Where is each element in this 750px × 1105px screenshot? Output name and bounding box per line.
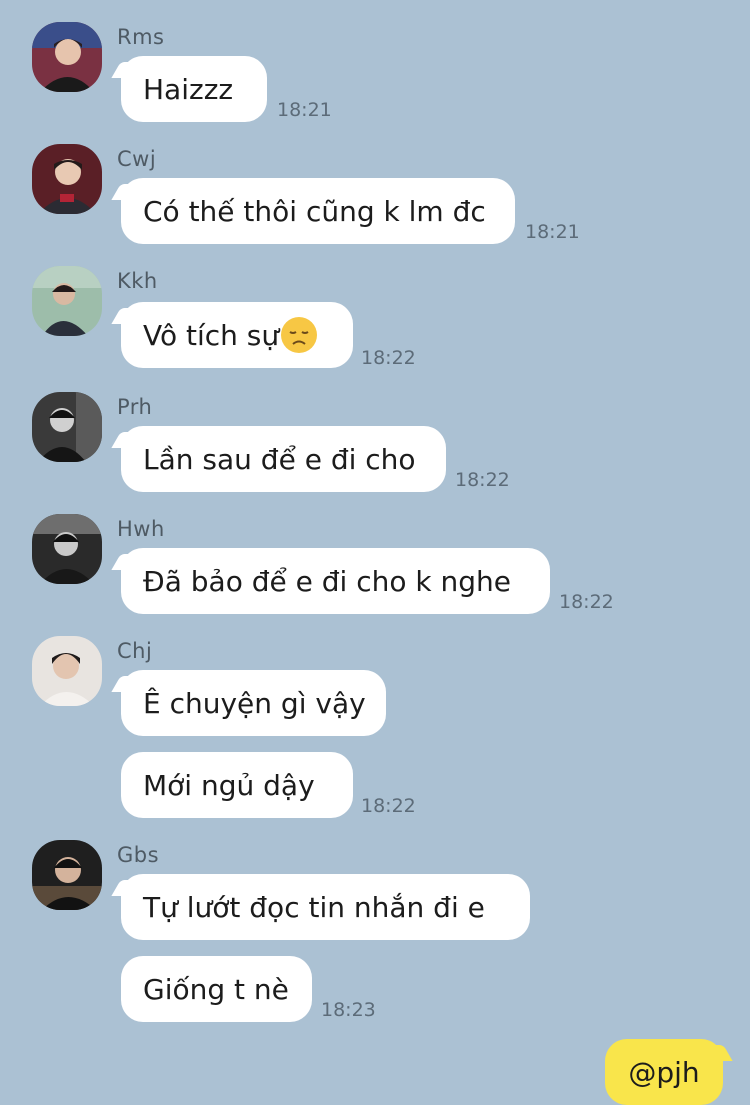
avatar[interactable]	[32, 636, 102, 706]
message-text: Ê chuyện gì vậy	[143, 686, 366, 720]
timestamp: 18:22	[361, 795, 416, 817]
avatar[interactable]	[32, 144, 102, 214]
avatar[interactable]	[32, 266, 102, 336]
message-bubble[interactable]: Mới ngủ dậy	[121, 752, 353, 818]
sender-name: Cwj	[117, 147, 157, 171]
message-text: Vô tích sự	[143, 318, 280, 352]
message-bubble[interactable]: Ê chuyện gì vậy	[121, 670, 386, 736]
timestamp: 18:23	[321, 999, 376, 1021]
sender-name: Kkh	[117, 269, 158, 293]
timestamp: 18:21	[277, 99, 332, 121]
message-bubble[interactable]: Haizzz	[121, 56, 267, 122]
message-text: Giống t nè	[143, 972, 289, 1006]
message-text: Có thế thôi cũng k lm đc	[143, 194, 486, 228]
sender-name: Rms	[117, 25, 165, 49]
disappointed-face-icon	[281, 317, 318, 353]
timestamp: 18:22	[455, 469, 510, 491]
sender-name: Gbs	[117, 843, 160, 867]
avatar[interactable]	[32, 840, 102, 910]
avatar[interactable]	[32, 22, 102, 92]
timestamp: 18:22	[559, 591, 614, 613]
message-text: Haizzz	[143, 72, 234, 106]
message-text: Mới ngủ dậy	[143, 768, 315, 802]
message-bubble[interactable]: Có thế thôi cũng k lm đc	[121, 178, 515, 244]
message-bubble[interactable]: Tự lướt đọc tin nhắn đi e	[121, 874, 530, 940]
message-bubble[interactable]: Đã bảo để e đi cho k nghe	[121, 548, 550, 614]
message-text: Đã bảo để e đi cho k nghe	[143, 564, 511, 598]
timestamp: 18:22	[361, 347, 416, 369]
message-text: Lần sau để e đi cho	[143, 442, 416, 476]
timestamp: 18:21	[525, 221, 580, 243]
sender-name: Chj	[117, 639, 153, 663]
avatar[interactable]	[32, 392, 102, 462]
sender-name: Hwh	[117, 517, 165, 541]
message-text: Tự lướt đọc tin nhắn đi e	[143, 890, 485, 924]
message-bubble[interactable]: Lần sau để e đi cho	[121, 426, 446, 492]
avatar[interactable]	[32, 514, 102, 584]
own-message-bubble[interactable]: @pjh	[605, 1039, 723, 1105]
message-bubble[interactable]: Vô tích sự	[121, 302, 353, 368]
message-text: @pjh	[628, 1055, 700, 1089]
message-bubble[interactable]: Giống t nè	[121, 956, 312, 1022]
sender-name: Prh	[117, 395, 153, 419]
